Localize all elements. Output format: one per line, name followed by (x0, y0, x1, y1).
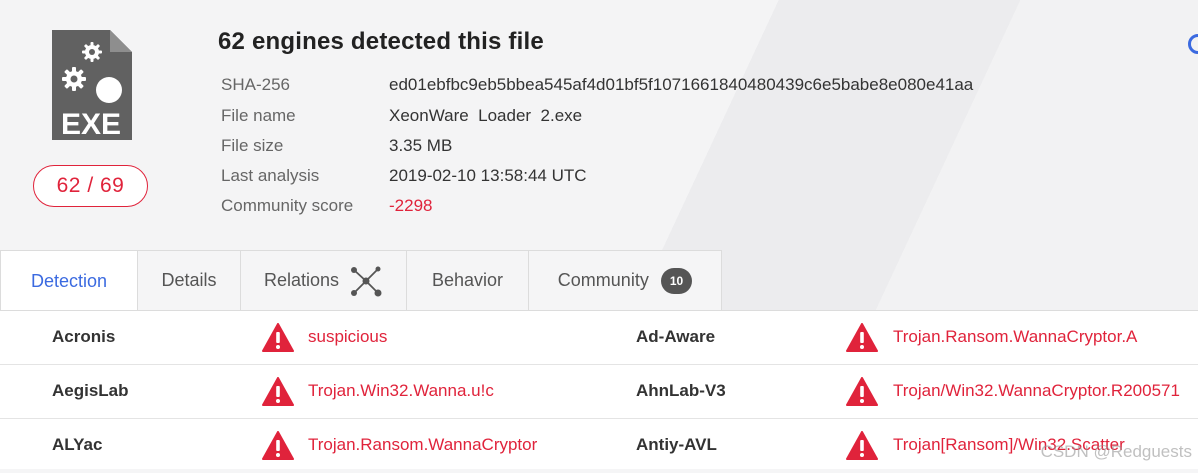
warning-icon (262, 431, 294, 460)
detection-results: Acronis suspicious Ad-Aware Trojan.Ranso… (0, 310, 1198, 469)
tab-behavior[interactable]: Behavior (406, 250, 529, 310)
engine-name: ALYac (52, 435, 103, 454)
engine-name: Ad-Aware (636, 327, 716, 346)
page-title: 62 engines detected this file (218, 28, 544, 55)
table-row: Acronis suspicious Ad-Aware Trojan.Ranso… (0, 311, 1198, 365)
detection-verdict: Trojan.Ransom.WannaCryptor (308, 435, 538, 454)
detection-verdict: suspicious (308, 327, 388, 346)
last-analysis-value: 2019-02-10 13:58:44 UTC (389, 166, 587, 185)
relations-graph-icon (351, 266, 382, 296)
tab-label: Relations (263, 270, 340, 290)
file-name-row: File name XeonWare Loader 2.exe (221, 105, 582, 127)
file-type-label: EXE (61, 108, 121, 141)
detection-verdict: Trojan.Ransom.WannaCryptor.A (893, 327, 1138, 346)
tab-label: Behavior (431, 270, 504, 290)
tab-detection[interactable]: Detection (0, 250, 138, 311)
info-label: File size (221, 136, 284, 155)
detection-verdict: Trojan.Win32.Wanna.u!c (308, 381, 494, 400)
table-row: AegisLab Trojan.Win32.Wanna.u!c AhnLab-V… (0, 365, 1198, 419)
warning-icon (846, 377, 878, 406)
engine-name: AhnLab-V3 (636, 381, 726, 400)
tab-details[interactable]: Details (137, 250, 241, 310)
warning-icon (262, 377, 294, 406)
sha256-row: SHA-256 ed01ebfbc9eb5bbea545af4d01bf5f10… (221, 74, 973, 96)
table-row: ALYac Trojan.Ransom.WannaCryptor Antiy-A… (0, 419, 1198, 473)
info-label: File name (221, 106, 296, 125)
file-size-row: File size 3.35 MB (221, 135, 452, 157)
engine-name: Antiy-AVL (636, 435, 717, 454)
tab-community[interactable]: Community 10 (528, 250, 722, 310)
community-score-row: Community score -2298 (221, 195, 432, 217)
exe-file-icon: EXE (52, 30, 132, 141)
warning-icon (262, 323, 294, 352)
detection-verdict: Trojan/Win32.WannaCryptor.R200571 (893, 381, 1180, 400)
engine-name: AegisLab (52, 381, 129, 400)
tab-bar: Detection Details Relations Behavior Com… (0, 250, 722, 311)
warning-icon (846, 431, 878, 460)
tab-relations[interactable]: Relations (240, 250, 407, 310)
community-score-value: -2298 (389, 196, 433, 215)
last-analysis-row: Last analysis 2019-02-10 13:58:44 UTC (221, 165, 587, 187)
sha256-value[interactable]: ed01ebfbc9eb5bbea545af4d01bf5f1071661840… (389, 75, 973, 95)
info-label: Community score (221, 196, 354, 215)
info-label: SHA-256 (221, 75, 290, 94)
file-name-value: XeonWare Loader 2.exe (389, 106, 583, 125)
watermark: CSDN @Redguests (1040, 442, 1192, 461)
tab-label: Details (161, 270, 217, 290)
tab-label: Community (557, 270, 649, 290)
info-label: Last analysis (221, 166, 320, 185)
tab-label: Detection (30, 270, 108, 291)
warning-icon (846, 323, 878, 352)
community-count-badge: 10 (660, 267, 693, 294)
detection-score-badge: 62 / 69 (33, 165, 148, 207)
file-size-value: 3.35 MB (389, 136, 453, 155)
engine-name: Acronis (52, 327, 116, 346)
